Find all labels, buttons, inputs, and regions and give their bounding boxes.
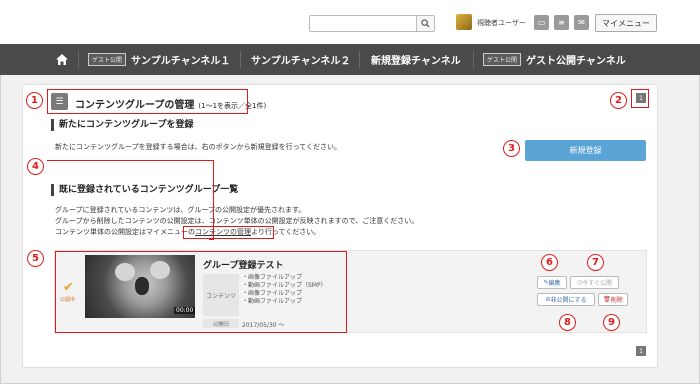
annotation-link-box-4 [183,226,274,239]
user-name[interactable]: 視聴者ユーザー [477,18,526,28]
annotation-number-8: 8 [559,314,576,331]
top-bar: 視聴者ユーザー ▭ ≡ ✉ マイメニュー [0,0,700,44]
search-button[interactable] [416,16,434,31]
delete-label: 削除 [610,297,623,304]
delete-button[interactable]: 🗑 削除 [598,293,628,306]
channel-nav: ゲスト公開 サンプルチャンネル１ サンプルチャンネル２ 新規登録チャンネル ゲス… [0,44,700,75]
annotation-number-7: 7 [587,254,604,271]
publish-now-button[interactable]: ◷ 今すぐ公開 [570,276,619,289]
edit-label: 編集 [548,280,561,287]
guest-badge: ゲスト公開 [483,53,522,66]
guest-badge: ゲスト公開 [88,53,127,66]
nav-item-label: サンプルチャンネル２ [251,56,351,67]
annotation-box-4 [47,160,214,190]
nav-item-guest-channel[interactable]: ゲスト公開 ゲスト公開チャンネル [483,44,626,75]
annotation-number-4: 4 [27,158,44,175]
annotation-number-5: 5 [27,250,44,267]
chat-icon[interactable]: ▭ [534,15,549,30]
home-icon[interactable] [56,44,68,75]
nav-item-sample-channel-1[interactable]: ゲスト公開 サンプルチャンネル１ [88,44,230,75]
unpublish-label: 非公開にする [550,297,587,304]
nav-divider [240,51,241,68]
register-heading: 新たにコンテンツグループを登録 [51,119,193,131]
annotation-box-5 [55,251,347,333]
avatar[interactable] [456,14,472,30]
logo[interactable] [58,12,128,24]
search-icon [421,19,430,28]
page-indicator-bottom[interactable]: 1 [636,346,646,356]
register-button[interactable]: 新規登録 [525,140,646,161]
annotation-number-9: 9 [603,314,620,331]
search-input[interactable] [309,15,435,32]
nav-item-label: ゲスト公開チャンネル [526,56,626,67]
annotation-number-6: 6 [541,254,558,271]
note-text: コンテンツ単体の公開設定はマイメニューの [55,228,195,236]
register-description: 新たにコンテンツグループを登録する場合は、右のボタンから新規登録を行ってください… [55,143,342,151]
note-removal: グループから削除したコンテンツの公開設定は、コンテンツ単体の公開設定が反映されま… [55,217,419,225]
mail-icon[interactable]: ✉ [574,15,589,30]
mymenu-button[interactable]: マイメニュー [595,14,657,32]
annotation-number-3: 3 [503,140,520,157]
publish-now-label: 今すぐ公開 [582,280,613,287]
annotation-box-2 [631,89,649,108]
annotation-number-1: 1 [26,92,43,109]
note-priority: グループに登録されているコンテンツは、グループの公開設定が優先されます。 [55,206,306,214]
nav-divider [473,51,474,68]
document-icon[interactable]: ≡ [554,15,569,30]
unpublish-button[interactable]: ⊘ 非公開にする [537,293,595,306]
nav-divider [78,51,79,68]
nav-item-label: サンプルチャンネル１ [131,56,231,67]
edit-button[interactable]: ✎ 編集 [537,276,567,289]
annotation-box-1 [47,89,248,114]
trash-icon: 🗑 [603,296,611,303]
nav-item-sample-channel-2[interactable]: サンプルチャンネル２ [251,44,350,75]
nav-item-new-channel[interactable]: 新規登録チャンネル [371,44,461,75]
nav-divider [359,51,360,68]
nav-item-label: 新規登録チャンネル [371,56,461,67]
annotation-number-2: 2 [610,92,627,109]
